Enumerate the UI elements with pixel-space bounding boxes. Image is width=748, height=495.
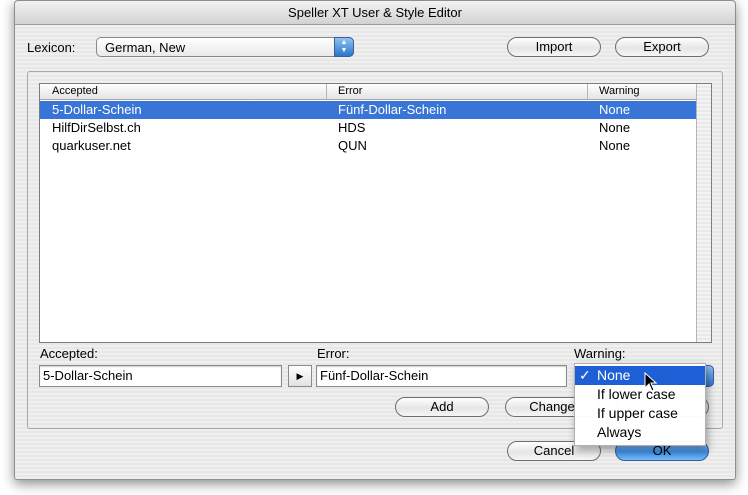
cell-error: QUN [338,138,367,153]
entries-table[interactable]: Accepted Error Warning 5-Dollar-Schein F… [39,83,712,343]
add-button[interactable]: Add [395,397,489,417]
cell-error: Fünf-Dollar-Schein [338,102,447,117]
mouse-pointer-icon [644,372,658,392]
error-label: Error: [317,346,350,361]
accepted-field[interactable]: 5-Dollar-Schein [39,365,282,387]
table-row[interactable]: HilfDirSelbst.ch HDS None [40,119,696,137]
cell-warning: None [599,120,631,135]
window-title: Speller XT User & Style Editor [288,5,462,20]
column-header-accepted[interactable]: Accepted [52,85,98,97]
right-triangle-icon: ▶ [296,371,304,381]
cell-accepted: 5-Dollar-Schein [52,102,142,117]
menu-item-none[interactable]: ✓ None [575,366,705,385]
column-header-warning[interactable]: Warning [599,85,640,97]
table-row[interactable]: 5-Dollar-Schein Fünf-Dollar-Schein None [40,101,696,119]
cell-accepted: HilfDirSelbst.ch [52,120,141,135]
column-divider [326,84,327,99]
menu-item-label: If upper case [597,405,678,421]
vertical-scrollbar[interactable] [696,84,711,342]
updown-arrows-icon: ▲ ▼ [334,37,354,57]
cell-accepted: quarkuser.net [52,138,131,153]
menu-item-if-upper-case[interactable]: If upper case [575,404,705,423]
cell-error: HDS [338,120,366,135]
table-row[interactable]: quarkuser.net QUN None [40,137,696,155]
table-header: Accepted Error Warning [40,84,696,100]
import-button[interactable]: Import [507,37,601,57]
title-bar[interactable]: Speller XT User & Style Editor [15,1,735,25]
menu-item-label: None [597,367,631,383]
warning-label: Warning: [574,346,626,361]
checkmark-icon: ✓ [579,367,591,383]
lexicon-value: German, New [105,40,186,55]
menu-item-always[interactable]: Always [575,423,705,442]
warning-dropdown-menu: ✓ None If lower case If upper case Alway… [574,363,706,446]
cell-warning: None [599,138,631,153]
lexicon-label: Lexicon: [27,40,76,55]
column-divider [587,84,588,99]
menu-item-label: If lower case [597,386,676,402]
menu-item-label: Always [597,424,642,440]
lexicon-popup[interactable]: German, New ▲ ▼ [96,37,354,57]
accepted-label: Accepted: [40,346,98,361]
cell-warning: None [599,102,631,117]
column-header-error[interactable]: Error [338,85,362,97]
copy-to-error-button[interactable]: ▶ [288,365,312,387]
export-button[interactable]: Export [615,37,709,57]
menu-item-if-lower-case[interactable]: If lower case [575,385,705,404]
error-field[interactable]: Fünf-Dollar-Schein [316,365,567,387]
